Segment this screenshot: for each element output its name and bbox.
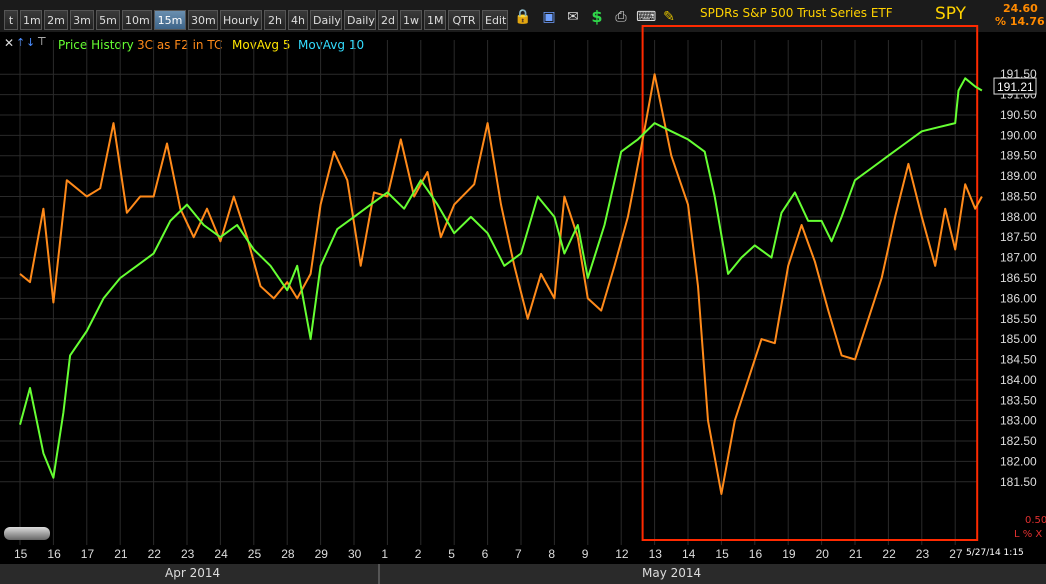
x-axis-ticks: 15 16 17 21 22 23 24 25 28 29 30 1 2 5 6 7 8 9 12 13 14 15 16 1… (14, 547, 963, 561)
series-lines (19, 73, 983, 495)
x-tick-label: 24 (214, 547, 228, 561)
x-tick-label: 1 (381, 547, 388, 561)
x-tick-label: 15 (715, 547, 729, 561)
y-tick-label: 190.50 (1000, 108, 1037, 122)
x-tick-label: 17 (81, 547, 95, 561)
y-tick-label: 184.50 (1000, 353, 1037, 367)
y-tick-label: 185.50 (1000, 312, 1037, 326)
y-tick-label: 187.50 (1000, 230, 1037, 244)
y-axis-ticks: 191.50191.00190.50190.00189.50189.00188.… (1000, 67, 1037, 489)
x-tick-label: 13 (649, 547, 663, 561)
y-tick-label: 181.50 (1000, 475, 1037, 489)
y-tick-label: 188.50 (1000, 189, 1037, 203)
x-tick-label: 16 (47, 547, 61, 561)
y-tick-label: 188.00 (1000, 210, 1037, 224)
y-tick-label: 182.00 (1000, 454, 1037, 468)
highlight-box (641, 25, 979, 541)
last-price-box: 191.21 (993, 77, 1037, 95)
x-tick-label: 30 (348, 547, 362, 561)
y-tick-label: 182.50 (1000, 434, 1037, 448)
month-label-apr: Apr 2014 (165, 566, 221, 580)
x-tick-label: 2 (415, 547, 422, 561)
x-tick-label: 21 (849, 547, 863, 561)
y-tick-label: 187.00 (1000, 251, 1037, 265)
x-tick-label: 20 (816, 547, 830, 561)
scale-flags[interactable]: L % X (1014, 529, 1042, 540)
y-tick-label: 183.00 (1000, 414, 1037, 428)
timestamp: 5/27/14 1:15 (966, 548, 1024, 558)
x-tick-label: 29 (315, 547, 329, 561)
y-tick-label: 190.00 (1000, 128, 1037, 142)
x-tick-label: 6 (482, 547, 489, 561)
x-tick-label: 19 (782, 547, 796, 561)
x-tick-label: 22 (882, 547, 896, 561)
x-tick-label: 12 (615, 547, 629, 561)
bottom-value: 0.50 (1025, 515, 1046, 526)
month-bar (0, 564, 1046, 584)
x-tick-label: 7 (515, 547, 522, 561)
y-tick-label: 184.00 (1000, 373, 1037, 387)
x-tick-label: 14 (682, 547, 696, 561)
grid-lines (0, 40, 978, 545)
x-tick-label: 16 (749, 547, 763, 561)
y-tick-label: 189.50 (1000, 149, 1037, 163)
scroll-handle[interactable] (4, 527, 50, 540)
x-tick-label: 21 (114, 547, 128, 561)
x-tick-label: 9 (582, 547, 589, 561)
x-tick-label: 15 (14, 547, 28, 561)
x-tick-label: 8 (548, 547, 555, 561)
x-tick-label: 28 (281, 547, 295, 561)
last-price-label: 191.21 (997, 80, 1034, 94)
price-chart[interactable]: 191.50191.00190.50190.00189.50189.00188.… (0, 0, 1046, 564)
y-tick-label: 186.50 (1000, 271, 1037, 285)
y-tick-label: 189.00 (1000, 169, 1037, 183)
x-tick-label: 23 (916, 547, 930, 561)
series-3c-as-f2-in-tc (19, 73, 983, 495)
y-tick-label: 186.00 (1000, 291, 1037, 305)
y-tick-label: 183.50 (1000, 393, 1037, 407)
x-tick-label: 5 (448, 547, 455, 561)
y-tick-label: 185.00 (1000, 332, 1037, 346)
x-tick-label: 23 (181, 547, 195, 561)
month-label-may: May 2014 (642, 566, 702, 580)
x-tick-label: 25 (248, 547, 262, 561)
x-tick-label: 27 (949, 547, 963, 561)
x-tick-label: 22 (148, 547, 162, 561)
